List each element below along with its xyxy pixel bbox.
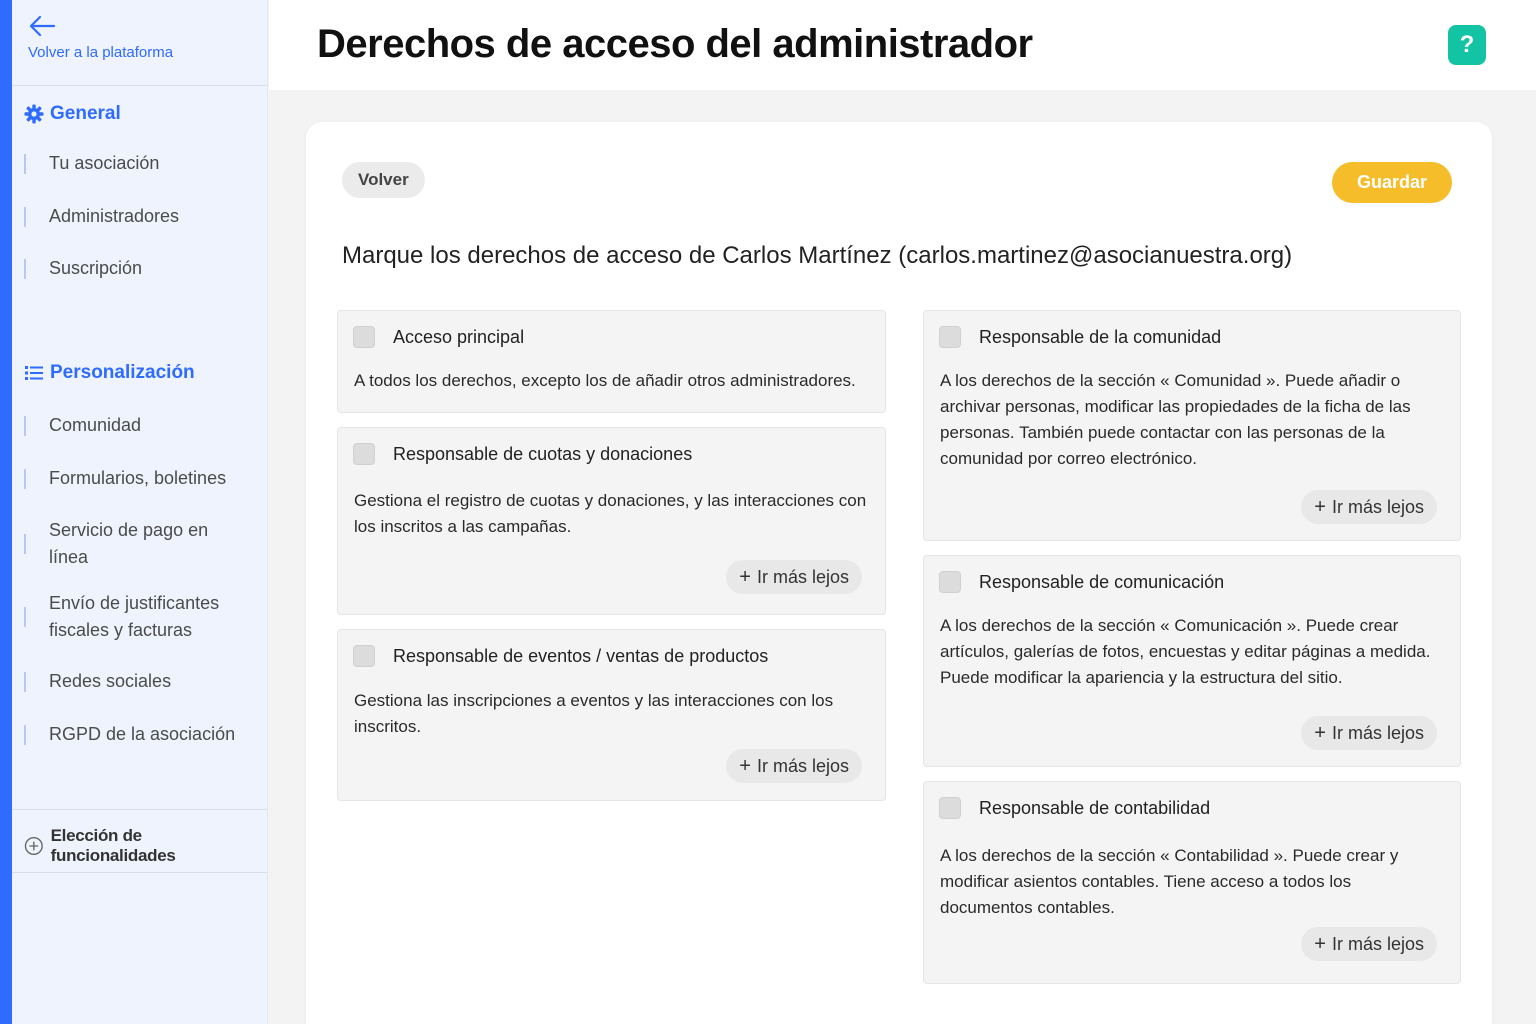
more-button[interactable]: + Ir más lejos: [726, 560, 862, 594]
sidebar-item-label: RGPD de la asociación: [49, 724, 236, 744]
permission-description: A los derechos de la sección « Contabili…: [940, 846, 1399, 917]
permission-community: Responsable de la comunidad A los derech…: [923, 310, 1461, 541]
sidebar-item-association[interactable]: Tu asociación: [24, 150, 254, 177]
sidebar-item-label: Envío de justificantes fiscales y factur…: [49, 593, 220, 640]
more-button[interactable]: + Ir más lejos: [1301, 716, 1437, 750]
arrow-left-icon: [29, 15, 56, 37]
permission-title: Acceso principal: [393, 326, 525, 347]
plus-icon: +: [739, 565, 751, 588]
permission-title: Responsable de eventos / ventas de produ…: [393, 645, 769, 666]
more-button[interactable]: + Ir más lejos: [726, 749, 862, 783]
back-button[interactable]: Volver: [342, 162, 425, 198]
plus-circle-icon: [24, 836, 43, 856]
sidebar-item-features[interactable]: Elección de funcionalidades: [24, 826, 267, 866]
gear-icon: [24, 104, 44, 124]
more-label: Ir más lejos: [756, 755, 849, 776]
permission-title: Responsable de contabilidad: [979, 797, 1211, 818]
more-label: Ir más lejos: [1331, 933, 1424, 954]
sidebar-item-label: Servicio de pago en línea: [49, 520, 209, 567]
sidebar-item-gdpr[interactable]: RGPD de la asociación: [24, 721, 254, 748]
sidebar-item-subscription[interactable]: Suscripción: [24, 255, 254, 282]
more-label: Ir más lejos: [1331, 722, 1424, 743]
permission-checkbox[interactable]: [353, 645, 375, 667]
section-customization: Personalización: [24, 362, 195, 384]
permission-title: Responsable de comunicación: [979, 571, 1225, 592]
nav-bar: [24, 258, 26, 279]
permission-fees-donations: Responsable de cuotas y donaciones Gesti…: [337, 427, 886, 615]
page-header: Derechos de acceso del administrador ?: [269, 0, 1536, 90]
more-button[interactable]: + Ir más lejos: [1301, 490, 1437, 524]
nav-bar: [24, 206, 26, 227]
plus-icon: +: [739, 754, 751, 777]
permission-checkbox[interactable]: [353, 326, 375, 348]
section-customization-title: Personalización: [50, 362, 195, 383]
permission-checkbox[interactable]: [939, 326, 961, 348]
page-title: Derechos de acceso del administrador: [317, 22, 1033, 66]
permission-description: A los derechos de la sección « Comunidad…: [940, 371, 1411, 468]
sidebar-item-label: Formularios, boletines: [49, 468, 227, 488]
sidebar-accent-bar: [0, 0, 12, 1024]
back-to-platform-link[interactable]: Volver a la plataforma: [28, 14, 173, 61]
nav-bar: [24, 534, 26, 554]
sidebar-item-label: Comunidad: [49, 415, 142, 435]
nav-bar: [24, 468, 26, 489]
list-icon: [25, 366, 43, 380]
nav-bar: [24, 607, 26, 627]
sidebar-item-administrators[interactable]: Administradores: [24, 203, 254, 230]
sidebar-divider: [12, 872, 267, 873]
permission-description: A los derechos de la sección « Comunicac…: [940, 616, 1431, 687]
help-button[interactable]: ?: [1448, 25, 1486, 65]
features-label: Elección de funcionalidades: [50, 826, 176, 865]
plus-icon: +: [1314, 721, 1326, 744]
nav-bar: [24, 415, 26, 436]
more-label: Ir más lejos: [756, 566, 849, 587]
sidebar-divider: [12, 809, 267, 810]
plus-icon: +: [1314, 495, 1326, 518]
permission-accounting: Responsable de contabilidad A los derech…: [923, 781, 1461, 984]
sidebar-item-label: Suscripción: [49, 258, 143, 278]
section-general-title: General: [50, 103, 121, 124]
permission-checkbox[interactable]: [353, 443, 375, 465]
permission-checkbox[interactable]: [939, 797, 961, 819]
sidebar: Volver a la plataforma General Tu asocia…: [0, 0, 268, 1024]
permission-events-sales: Responsable de eventos / ventas de produ…: [337, 629, 886, 801]
nav-bar: [24, 153, 26, 174]
permission-description: Gestiona el registro de cuotas y donacio…: [354, 491, 867, 536]
plus-icon: +: [1314, 932, 1326, 955]
more-button[interactable]: + Ir más lejos: [1301, 927, 1437, 961]
access-rights-card: Volver Guardar Marque los derechos de ac…: [306, 122, 1492, 1024]
sidebar-item-community[interactable]: Comunidad: [24, 412, 254, 439]
permission-description: Gestiona las inscripciones a eventos y l…: [354, 691, 834, 736]
back-to-platform-label: Volver a la plataforma: [28, 44, 174, 61]
sidebar-item-label: Administradores: [49, 206, 180, 226]
section-general: General: [24, 103, 121, 125]
sidebar-item-label: Redes sociales: [49, 671, 172, 691]
sidebar-item-forms[interactable]: Formularios, boletines: [24, 465, 254, 492]
permission-main-access: Acceso principal A todos los derechos, e…: [337, 310, 886, 413]
permission-communication: Responsable de comunicación A los derech…: [923, 555, 1461, 767]
sidebar-item-online-payment[interactable]: Servicio de pago en línea: [24, 517, 254, 571]
more-label: Ir más lejos: [1331, 496, 1424, 517]
permission-checkbox[interactable]: [939, 571, 961, 593]
nav-bar: [24, 724, 26, 745]
sidebar-item-receipts[interactable]: Envío de justificantes fiscales y factur…: [24, 590, 254, 644]
nav-bar: [24, 671, 26, 692]
permission-description: A todos los derechos, excepto los de aña…: [354, 371, 856, 390]
permission-title: Responsable de cuotas y donaciones: [393, 443, 693, 464]
sidebar-divider: [12, 85, 267, 86]
sidebar-item-social-networks[interactable]: Redes sociales: [24, 668, 254, 695]
save-button[interactable]: Guardar: [1332, 162, 1452, 203]
sidebar-item-label: Tu asociación: [49, 153, 160, 173]
intro-text: Marque los derechos de acceso de Carlos …: [342, 242, 1293, 269]
permission-title: Responsable de la comunidad: [979, 326, 1222, 347]
